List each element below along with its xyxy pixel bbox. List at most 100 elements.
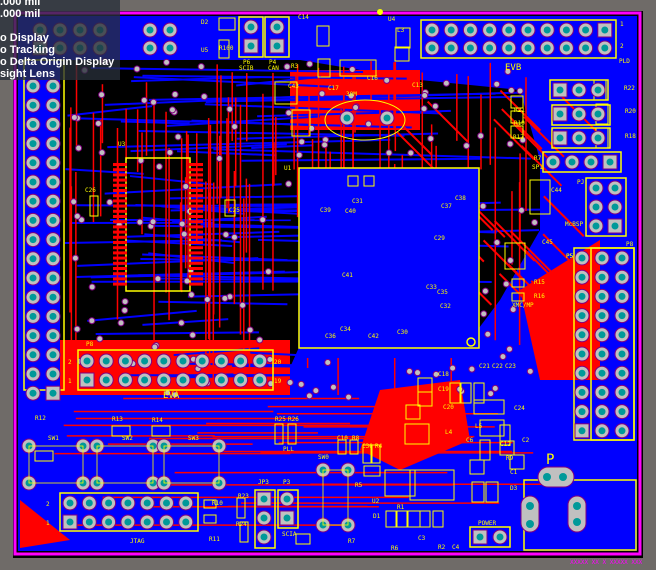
pad-hole (599, 408, 606, 415)
designator-r9: R9 (506, 455, 514, 462)
pad-hole (595, 111, 602, 118)
via (155, 276, 161, 282)
designator-c25: C25 (229, 207, 240, 214)
pad-hole (50, 313, 57, 320)
pad-hole (579, 312, 586, 319)
u3-pad (113, 184, 127, 187)
via (299, 139, 305, 145)
u3-pad (113, 277, 127, 280)
via (500, 354, 506, 360)
pad-hole (486, 45, 493, 52)
designator-u3: U3 (118, 141, 126, 148)
via (507, 141, 513, 147)
pad-hole (30, 390, 37, 397)
designator-r22: R22 (624, 85, 635, 92)
pad-hole (599, 331, 606, 338)
u3-pad (189, 262, 203, 265)
via (99, 150, 105, 156)
designator-c4: C4 (452, 544, 460, 551)
via (480, 203, 486, 209)
hud-line-y: .000 mil (0, 9, 40, 20)
via (71, 199, 77, 205)
designator-r4: R4 (375, 443, 383, 450)
via (89, 318, 95, 324)
u3-pad (189, 283, 203, 286)
via (432, 103, 438, 109)
u3-pad (189, 189, 203, 192)
designator-p: P (546, 452, 554, 468)
designator-c10: C10 (337, 435, 348, 442)
eva-label: EVA (163, 391, 180, 401)
u3-pad (113, 231, 127, 234)
via (488, 391, 494, 397)
u3-pad (113, 262, 127, 265)
pcb-layout-canvas[interactable]: EVB 1 2 PLD EVA P8 2 1 20 19 JTAG 2 1 P5… (0, 0, 656, 566)
designator-c36: C36 (325, 333, 336, 340)
u3-pad (113, 215, 127, 218)
pad-hole (619, 312, 626, 319)
pad-hole (50, 179, 57, 186)
pad-hole (619, 408, 626, 415)
pad-hole (619, 427, 626, 434)
via (169, 107, 175, 113)
u3-pad (189, 199, 203, 202)
evb-label: EVB (505, 63, 521, 73)
pcb-board[interactable]: EVB 1 2 PLD EVA P8 2 1 20 19 JTAG 2 1 P5… (0, 0, 656, 566)
designator-r5: R5 (355, 482, 363, 489)
pad-hole (105, 519, 112, 526)
pad-hole (180, 377, 187, 384)
u3-pad (113, 168, 127, 171)
u3-pad (189, 194, 203, 197)
designator-r21: R21 (514, 107, 525, 114)
pad-hole (256, 377, 263, 384)
pad-hole (122, 377, 129, 384)
designator-30m: 30M (346, 91, 357, 98)
via (223, 232, 229, 238)
via (415, 370, 421, 376)
pad-hole (237, 358, 244, 365)
pad-hole (50, 332, 57, 339)
designator-d1: D1 (373, 513, 381, 520)
via (492, 385, 498, 391)
via (298, 381, 304, 387)
designator-c30: C30 (362, 443, 373, 450)
designator-l3: L3 (397, 27, 405, 34)
pad-hole (180, 358, 187, 365)
jtag-pin-1: 1 (46, 520, 50, 527)
designator-c34: C34 (340, 326, 351, 333)
pad-hole (497, 534, 504, 541)
pad-hole (50, 102, 57, 109)
designator-r16: R16 (534, 293, 545, 300)
pad-hole (30, 255, 37, 262)
u3-pad (113, 246, 127, 249)
designator-c17: C17 (328, 85, 339, 92)
via (172, 91, 178, 97)
u3-pad (113, 194, 127, 197)
pad-hole (579, 370, 586, 377)
pad-hole (50, 371, 57, 378)
pad-hole (544, 45, 551, 52)
via (407, 368, 413, 374)
designator-r20: R20 (625, 108, 636, 115)
via (286, 181, 292, 187)
u3-pad (113, 225, 127, 228)
u3-pad (189, 173, 203, 176)
pad-hole (141, 377, 148, 384)
pad-hole (199, 358, 206, 365)
pad-hole (124, 519, 131, 526)
designator-r15: R15 (534, 279, 545, 286)
u3-pad (189, 168, 203, 171)
pad-hole (579, 331, 586, 338)
pad-hole (284, 496, 291, 503)
pad-hole (576, 111, 583, 118)
via (386, 150, 392, 156)
pad-hole (147, 45, 154, 52)
pad-hole (619, 370, 626, 377)
designator-can: CAN (268, 65, 279, 72)
via (257, 337, 263, 343)
via (164, 59, 170, 65)
designator-c40: C40 (345, 208, 356, 215)
u3-pad (189, 205, 203, 208)
pad-hole (582, 45, 589, 52)
pad-hole (576, 135, 583, 142)
